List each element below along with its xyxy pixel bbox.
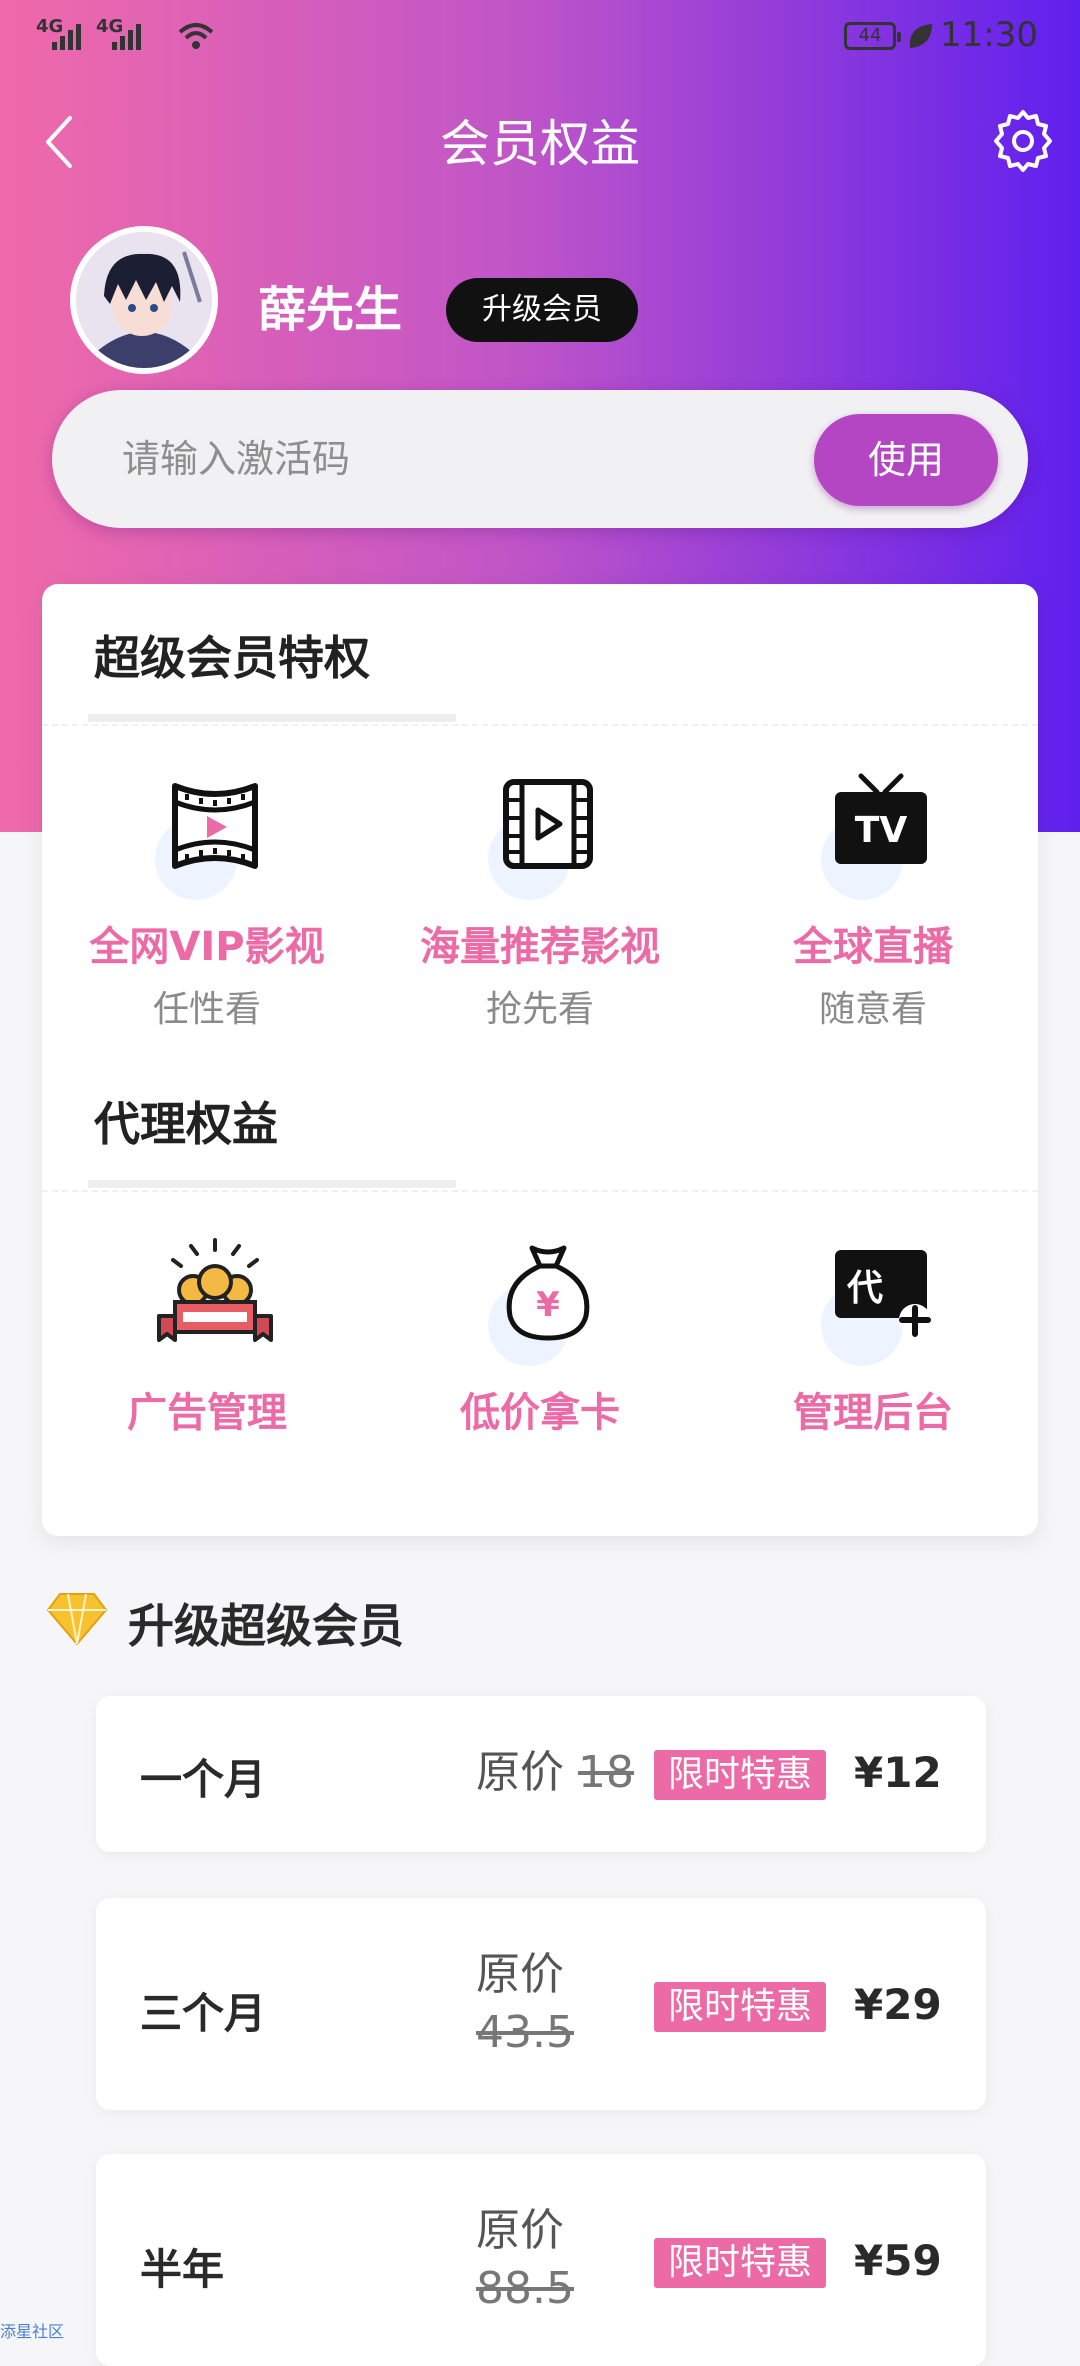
plan-three-months[interactable]: 三个月 原价 43.5 限时特惠 ¥29 — [96, 1898, 986, 2110]
svg-text:TV: TV — [855, 810, 908, 851]
tv-icon: TV — [835, 773, 927, 864]
feature-desc: 抢先看 — [485, 989, 594, 1030]
username: 薛先生 — [258, 282, 403, 338]
feature-name: 低价拿卡 — [460, 1390, 620, 1436]
original-price-label: 原价 — [476, 1747, 564, 1798]
diamond-icon — [47, 1593, 107, 1645]
original-price-label: 原价 — [476, 2205, 564, 2256]
agent-icon-text: 代 — [846, 1268, 883, 1309]
feature-desc: 任性看 — [152, 989, 261, 1030]
feature-desc: 随意看 — [818, 989, 927, 1030]
video-play-icon — [503, 779, 593, 869]
clock: 11:30 — [940, 15, 1038, 55]
status-bar: 4G 4G 44 11:30 — [0, 0, 1080, 80]
original-price-label: 原价 — [476, 1949, 564, 2000]
feature-vip-movies[interactable]: 全网VIP影视 任性看 — [42, 772, 372, 1032]
avatar[interactable] — [70, 226, 218, 374]
feature-admin-backend[interactable]: 代 管理后台 — [708, 1238, 1038, 1438]
feature-icon-wrap — [137, 772, 277, 902]
film-reel-icon — [172, 783, 258, 869]
activation-code-input[interactable] — [122, 420, 822, 498]
feature-name: 全球直播 — [793, 924, 953, 970]
ad-banner-icon — [157, 1238, 273, 1342]
feature-icon-wrap — [470, 772, 610, 902]
leaf-icon — [909, 24, 932, 48]
feature-icon-wrap: 代 — [803, 1238, 943, 1368]
original-price-value: 88.5 — [476, 2263, 574, 2314]
page-title: 会员权益 — [440, 115, 640, 173]
svg-text:¥: ¥ — [536, 1285, 560, 1325]
feature-name: 海量推荐影视 — [420, 924, 660, 970]
original-price-value: 18 — [578, 1747, 634, 1798]
wifi-icon — [178, 23, 214, 49]
original-price: 原价 43.5 — [476, 1946, 574, 2062]
use-code-button[interactable]: 使用 — [814, 414, 998, 506]
plan-name: 三个月 — [140, 1989, 267, 2038]
original-price: 原价 18 — [476, 1744, 634, 1802]
battery-icon: 44 — [844, 22, 901, 50]
feature-recommended-movies[interactable]: 海量推荐影视 抢先看 — [375, 772, 705, 1032]
discount-badge: 限时特惠 — [654, 2238, 827, 2288]
plan-name: 一个月 — [140, 1755, 267, 1804]
upgrade-section-title: 升级超级会员 — [128, 1599, 404, 1653]
signal-strength-icon — [50, 20, 84, 50]
super-privileges-title: 超级会员特权 — [94, 631, 370, 685]
plan-half-year[interactable]: 半年 原价 88.5 限时特惠 ¥59 — [96, 2154, 986, 2366]
discount-badge: 限时特惠 — [654, 1982, 827, 2032]
agent-rights-title: 代理权益 — [94, 1097, 278, 1151]
feature-name: 全网VIP影视 — [89, 924, 325, 970]
upgrade-member-button[interactable]: 升级会员 — [446, 278, 638, 342]
feature-icon-wrap — [137, 1238, 277, 1368]
feature-name: 广告管理 — [127, 1390, 287, 1436]
signal-strength-icon — [110, 20, 144, 50]
agent-add-icon: 代 — [835, 1250, 931, 1337]
avatar-image — [76, 232, 212, 368]
feature-name: 管理后台 — [793, 1390, 953, 1436]
feature-low-price-card[interactable]: ¥ 低价拿卡 — [375, 1238, 705, 1438]
feature-global-live[interactable]: TV 全球直播 随意看 — [708, 772, 1038, 1032]
discount-badge: 限时特惠 — [654, 1750, 827, 1800]
plan-one-month[interactable]: 一个月 原价 18 限时特惠 ¥12 — [96, 1696, 986, 1852]
plan-name: 半年 — [140, 2245, 225, 2294]
section-underline — [88, 714, 456, 722]
divider — [42, 1190, 1038, 1192]
feature-icon-wrap: ¥ — [470, 1238, 610, 1368]
feature-ad-management[interactable]: 广告管理 — [42, 1238, 372, 1438]
money-bag-icon: ¥ — [506, 1245, 590, 1341]
original-price: 原价 88.5 — [476, 2202, 574, 2318]
section-underline — [88, 1180, 456, 1188]
gear-icon[interactable] — [990, 108, 1056, 174]
divider — [42, 724, 1038, 726]
privileges-card: 超级会员特权 全网VIP影视 任性看 海量推荐影视 抢先看 TV 全球直播 随意… — [42, 584, 1038, 1536]
plan-price: ¥12 — [854, 1748, 942, 1797]
plan-price: ¥59 — [854, 2236, 942, 2285]
activation-code-bar: 使用 — [52, 390, 1028, 528]
feature-icon-wrap: TV — [803, 772, 943, 902]
watermark: 添星社区 — [0, 2322, 65, 2341]
original-price-value: 43.5 — [476, 2007, 574, 2058]
plan-price: ¥29 — [854, 1980, 942, 2029]
